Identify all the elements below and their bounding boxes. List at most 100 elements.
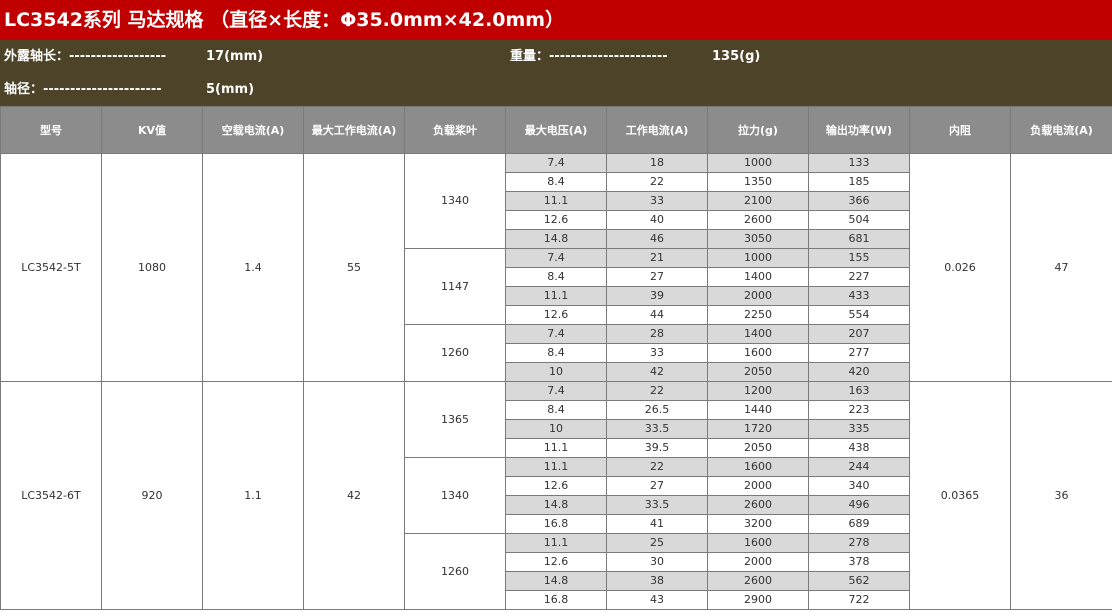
weight-label: 重量：---------------------- [510, 49, 668, 64]
thrust-cell: 3200 [707, 514, 809, 534]
propeller-cell: 1260 [404, 324, 506, 382]
max-voltage-cell: 11.1 [505, 533, 607, 553]
thrust-cell: 2050 [707, 438, 809, 458]
model-cell: LC3542-5T [0, 153, 102, 382]
shaft-length-value: 17(mm) [206, 49, 264, 64]
output-power-cell: 554 [808, 305, 910, 325]
table-body: LC3542-5T 1080 1.4 55 1340 7.4 18 1000 133 0.026 4… [0, 153, 1112, 610]
thrust-cell: 2250 [707, 305, 809, 325]
max-voltage-cell: 8.4 [505, 400, 607, 420]
working-current-cell: 42 [606, 362, 708, 382]
working-current-cell: 33.5 [606, 495, 708, 515]
thrust-cell: 2100 [707, 191, 809, 211]
working-current-cell: 27 [606, 267, 708, 287]
output-power-cell: 340 [808, 476, 910, 496]
max-current-cell: 42 [303, 381, 405, 610]
output-power-cell: 562 [808, 571, 910, 591]
header-thrust: 拉力(g) [707, 106, 809, 154]
output-power-cell: 420 [808, 362, 910, 382]
header-max-voltage: 最大电压(A) [505, 106, 607, 154]
working-current-cell: 39 [606, 286, 708, 306]
thrust-cell: 1400 [707, 324, 809, 344]
working-current-cell: 22 [606, 172, 708, 192]
propeller-cell: 1147 [404, 248, 506, 325]
info-row-1: 外露轴长：------------------ 17(mm) 重量：------… [0, 40, 1112, 73]
shaft-diameter-value: 5(mm) [206, 82, 255, 97]
working-current-cell: 43 [606, 590, 708, 610]
header-propeller: 负载桨叶 [404, 106, 506, 154]
max-current-cell: 55 [303, 153, 405, 382]
working-current-cell: 30 [606, 552, 708, 572]
working-current-cell: 33 [606, 191, 708, 211]
page-title: LC3542系列 马达规格 （直径×长度：Φ35.0mm×42.0mm） [0, 0, 1112, 40]
max-voltage-cell: 7.4 [505, 324, 607, 344]
thrust-cell: 2000 [707, 552, 809, 572]
max-voltage-cell: 10 [505, 419, 607, 439]
header-noload-current: 空载电流(A) [202, 106, 304, 154]
kv-cell: 920 [101, 381, 203, 610]
max-voltage-cell: 8.4 [505, 343, 607, 363]
thrust-cell: 1000 [707, 248, 809, 268]
output-power-cell: 433 [808, 286, 910, 306]
max-voltage-cell: 7.4 [505, 381, 607, 401]
output-power-cell: 722 [808, 590, 910, 610]
shaft-diameter-label: 轴径：---------------------- [4, 82, 162, 97]
header-max-current: 最大工作电流(A) [303, 106, 405, 154]
output-power-cell: 155 [808, 248, 910, 268]
output-power-cell: 133 [808, 153, 910, 173]
thrust-cell: 1200 [707, 381, 809, 401]
propeller-cell: 1340 [404, 153, 506, 249]
thrust-cell: 1600 [707, 457, 809, 477]
max-voltage-cell: 11.1 [505, 457, 607, 477]
max-voltage-cell: 11.1 [505, 286, 607, 306]
shaft-length-label: 外露轴长：------------------ [4, 49, 167, 64]
max-voltage-cell: 7.4 [505, 248, 607, 268]
output-power-cell: 689 [808, 514, 910, 534]
header-kv: KV值 [101, 106, 203, 154]
output-power-cell: 681 [808, 229, 910, 249]
thrust-cell: 2600 [707, 495, 809, 515]
working-current-cell: 22 [606, 457, 708, 477]
table-row: LC3542-5T 1080 1.4 55 1340 7.4 18 1000 133 0.026 4… [0, 153, 1112, 382]
thrust-cell: 1000 [707, 153, 809, 173]
max-voltage-cell: 12.6 [505, 305, 607, 325]
load-current-cell: 36 [1010, 381, 1112, 610]
propeller-cell: 1260 [404, 533, 506, 610]
output-power-cell: 185 [808, 172, 910, 192]
working-current-cell: 33 [606, 343, 708, 363]
thrust-cell: 1600 [707, 343, 809, 363]
output-power-cell: 438 [808, 438, 910, 458]
thrust-cell: 2600 [707, 210, 809, 230]
working-current-cell: 25 [606, 533, 708, 553]
resistance-cell: 0.0365 [909, 381, 1011, 610]
working-current-cell: 27 [606, 476, 708, 496]
header-model: 型号 [0, 106, 102, 154]
thrust-cell: 2600 [707, 571, 809, 591]
output-power-cell: 366 [808, 191, 910, 211]
noload-current-cell: 1.1 [202, 381, 304, 610]
output-power-cell: 207 [808, 324, 910, 344]
output-power-cell: 244 [808, 457, 910, 477]
header-output-power: 输出功率(W) [808, 106, 910, 154]
output-power-cell: 335 [808, 419, 910, 439]
working-current-cell: 22 [606, 381, 708, 401]
weight-value: 135(g) [712, 49, 761, 64]
thrust-cell: 1400 [707, 267, 809, 287]
max-voltage-cell: 8.4 [505, 172, 607, 192]
working-current-cell: 46 [606, 229, 708, 249]
output-power-cell: 163 [808, 381, 910, 401]
max-voltage-cell: 11.1 [505, 438, 607, 458]
header-load-current: 负载电流(A) [1010, 106, 1112, 154]
thrust-cell: 1350 [707, 172, 809, 192]
resistance-cell: 0.026 [909, 153, 1011, 382]
output-power-cell: 504 [808, 210, 910, 230]
max-voltage-cell: 12.6 [505, 476, 607, 496]
working-current-cell: 33.5 [606, 419, 708, 439]
max-voltage-cell: 14.8 [505, 571, 607, 591]
thrust-cell: 1600 [707, 533, 809, 553]
header-row: 型号 KV值 空载电流(A) 最大工作电流(A) 负载桨叶 最大电压(A) 工作… [0, 106, 1112, 154]
output-power-cell: 223 [808, 400, 910, 420]
header-resistance: 内阻 [909, 106, 1011, 154]
thrust-cell: 1440 [707, 400, 809, 420]
info-row-2: 轴径：---------------------- 5(mm) [0, 73, 1112, 106]
